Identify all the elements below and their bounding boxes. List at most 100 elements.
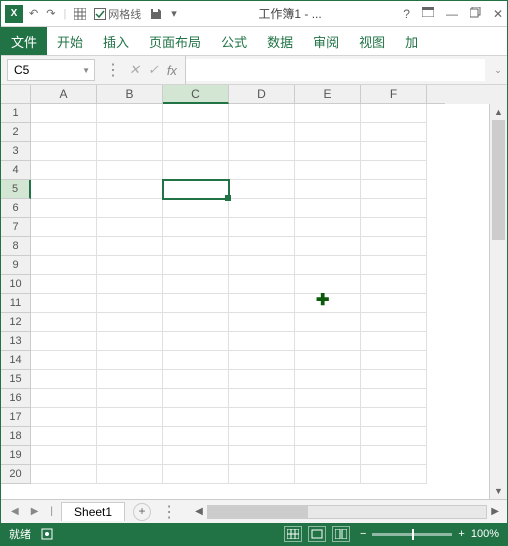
cell-B3[interactable] [97, 142, 163, 161]
cell-E4[interactable] [295, 161, 361, 180]
macro-record-button[interactable] [41, 528, 53, 540]
cell-F10[interactable] [361, 275, 427, 294]
hscroll-thumb[interactable] [208, 506, 308, 518]
page-break-view-button[interactable] [332, 526, 350, 542]
vscroll-thumb[interactable] [492, 120, 505, 240]
col-header-B[interactable]: B [97, 85, 163, 104]
row-header-6[interactable]: 6 [1, 199, 31, 218]
name-box[interactable]: C5 ▼ [7, 59, 95, 81]
minimize-button[interactable]: — [446, 7, 458, 21]
row-header-9[interactable]: 9 [1, 256, 31, 275]
row-header-2[interactable]: 2 [1, 123, 31, 142]
row-header-1[interactable]: 1 [1, 104, 31, 123]
col-header-E[interactable]: E [295, 85, 361, 104]
cell-F15[interactable] [361, 370, 427, 389]
tab-addins[interactable]: 加 [395, 27, 428, 55]
normal-view-button[interactable] [284, 526, 302, 542]
cell-A7[interactable] [31, 218, 97, 237]
scroll-down-button[interactable]: ▼ [490, 483, 507, 499]
sheet-nav-next[interactable]: ▶ [27, 506, 43, 517]
cell-A14[interactable] [31, 351, 97, 370]
cell-A15[interactable] [31, 370, 97, 389]
cell-F8[interactable] [361, 237, 427, 256]
save-button[interactable] [149, 7, 163, 21]
row-header-20[interactable]: 20 [1, 465, 31, 484]
gridlines-checkbox[interactable]: 网格线 [94, 6, 141, 22]
cell-E1[interactable] [295, 104, 361, 123]
cell-B14[interactable] [97, 351, 163, 370]
cell-B4[interactable] [97, 161, 163, 180]
col-header-C[interactable]: C [163, 85, 229, 104]
cell-F17[interactable] [361, 408, 427, 427]
cell-D4[interactable] [229, 161, 295, 180]
cell-B7[interactable] [97, 218, 163, 237]
cell-B13[interactable] [97, 332, 163, 351]
row-header-10[interactable]: 10 [1, 275, 31, 294]
tab-page-layout[interactable]: 页面布局 [139, 27, 211, 55]
cell-B1[interactable] [97, 104, 163, 123]
formula-more-button[interactable]: ⋮ [105, 60, 121, 80]
cell-E14[interactable] [295, 351, 361, 370]
cell-C2[interactable] [163, 123, 229, 142]
row-header-7[interactable]: 7 [1, 218, 31, 237]
cell-C1[interactable] [163, 104, 229, 123]
row-header-16[interactable]: 16 [1, 389, 31, 408]
sheet-nav-prev[interactable]: ◀ [7, 506, 23, 517]
cell-C5[interactable] [163, 180, 229, 199]
tab-home[interactable]: 开始 [47, 27, 93, 55]
cell-B2[interactable] [97, 123, 163, 142]
cell-A5[interactable] [31, 180, 97, 199]
col-header-D[interactable]: D [229, 85, 295, 104]
sheet-nav-more[interactable]: | [46, 506, 57, 517]
cell-A16[interactable] [31, 389, 97, 408]
cell-B8[interactable] [97, 237, 163, 256]
formula-input[interactable] [186, 59, 485, 81]
zoom-in-button[interactable]: + [458, 528, 464, 540]
scroll-right-button[interactable]: ▶ [489, 506, 501, 517]
row-header-3[interactable]: 3 [1, 142, 31, 161]
cell-C12[interactable] [163, 313, 229, 332]
cell-D3[interactable] [229, 142, 295, 161]
cell-E6[interactable] [295, 199, 361, 218]
cell-A18[interactable] [31, 427, 97, 446]
cell-A10[interactable] [31, 275, 97, 294]
cell-D17[interactable] [229, 408, 295, 427]
cell-C13[interactable] [163, 332, 229, 351]
cell-D10[interactable] [229, 275, 295, 294]
cell-A12[interactable] [31, 313, 97, 332]
cell-F7[interactable] [361, 218, 427, 237]
tab-file[interactable]: 文件 [1, 27, 47, 55]
row-header-13[interactable]: 13 [1, 332, 31, 351]
cell-F20[interactable] [361, 465, 427, 484]
cell-F4[interactable] [361, 161, 427, 180]
zoom-out-button[interactable]: − [360, 528, 366, 540]
redo-button[interactable]: ↷ [46, 7, 55, 20]
cell-A9[interactable] [31, 256, 97, 275]
sheet-tab-sheet1[interactable]: Sheet1 [61, 502, 125, 521]
row-header-15[interactable]: 15 [1, 370, 31, 389]
cell-D16[interactable] [229, 389, 295, 408]
expand-formula-bar-button[interactable]: ⌄ [489, 56, 507, 84]
cell-B16[interactable] [97, 389, 163, 408]
tab-data[interactable]: 数据 [257, 27, 303, 55]
tab-formulas[interactable]: 公式 [211, 27, 257, 55]
cell-D2[interactable] [229, 123, 295, 142]
row-header-12[interactable]: 12 [1, 313, 31, 332]
cell-A20[interactable] [31, 465, 97, 484]
cell-F11[interactable] [361, 294, 427, 313]
cell-E17[interactable] [295, 408, 361, 427]
row-header-8[interactable]: 8 [1, 237, 31, 256]
cell-D6[interactable] [229, 199, 295, 218]
scroll-left-button[interactable]: ◀ [193, 506, 205, 517]
cell-E13[interactable] [295, 332, 361, 351]
cell-D1[interactable] [229, 104, 295, 123]
cell-A2[interactable] [31, 123, 97, 142]
cancel-formula-button[interactable]: ✕ [129, 62, 140, 78]
cell-E11[interactable] [295, 294, 361, 313]
cell-B19[interactable] [97, 446, 163, 465]
cell-E19[interactable] [295, 446, 361, 465]
cell-D19[interactable] [229, 446, 295, 465]
cell-E15[interactable] [295, 370, 361, 389]
cell-C20[interactable] [163, 465, 229, 484]
close-button[interactable]: ✕ [493, 7, 503, 21]
